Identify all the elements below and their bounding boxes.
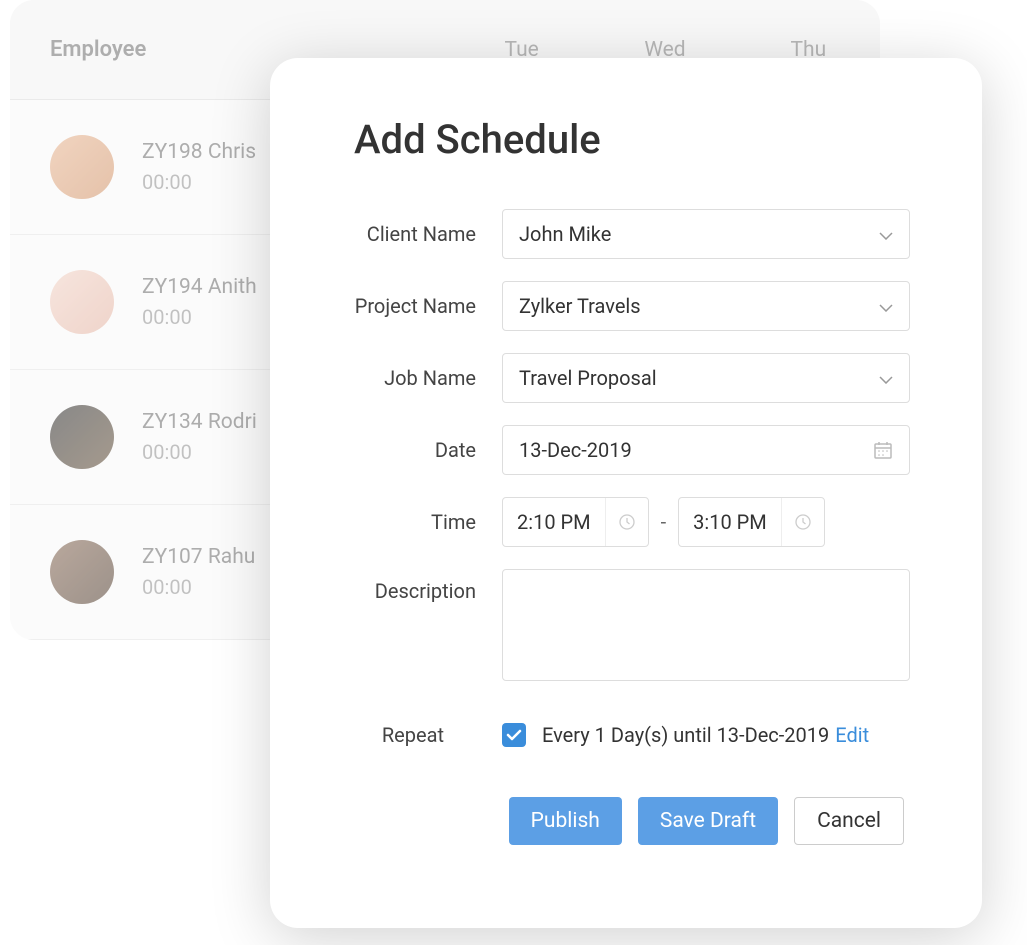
employee-name: Anith: [208, 275, 257, 299]
clock-icon: [794, 513, 812, 531]
clock-icon: [618, 513, 636, 531]
job-name-label: Job Name: [342, 366, 502, 390]
avatar: [50, 540, 114, 604]
publish-button[interactable]: Publish: [509, 797, 622, 845]
employee-time: 00:00: [142, 305, 257, 329]
repeat-edit-link[interactable]: Edit: [835, 723, 869, 747]
employee-name: Chris: [208, 140, 256, 164]
repeat-checkbox[interactable]: [502, 723, 526, 747]
employee-name: Rodri: [208, 410, 257, 434]
employee-id: ZY198: [142, 140, 203, 164]
client-name-select[interactable]: John Mike: [502, 209, 910, 259]
time-end-input[interactable]: 3:10 PM: [678, 497, 825, 547]
avatar: [50, 405, 114, 469]
date-value: 13-Dec-2019: [519, 438, 632, 462]
time-label: Time: [342, 510, 502, 534]
time-start-input[interactable]: 2:10 PM: [502, 497, 649, 547]
employee-time: 00:00: [142, 170, 256, 194]
add-schedule-modal: Add Schedule Client Name John Mike Proje…: [270, 58, 982, 928]
employee-id: ZY194: [142, 275, 203, 299]
time-end-value: 3:10 PM: [679, 510, 781, 534]
chevron-down-icon: [879, 297, 893, 316]
time-start-value: 2:10 PM: [503, 510, 605, 534]
job-name-select[interactable]: Travel Proposal: [502, 353, 910, 403]
time-separator: -: [661, 510, 667, 534]
employee-id: ZY134: [142, 410, 203, 434]
project-name-select[interactable]: Zylker Travels: [502, 281, 910, 331]
job-name-value: Travel Proposal: [519, 366, 657, 390]
calendar-icon[interactable]: [873, 440, 893, 460]
chevron-down-icon: [879, 225, 893, 244]
project-name-label: Project Name: [342, 294, 502, 318]
employee-time: 00:00: [142, 575, 255, 599]
repeat-label: Repeat: [342, 723, 502, 747]
employee-name: Rahu: [208, 545, 256, 569]
employee-time: 00:00: [142, 440, 257, 464]
chevron-down-icon: [879, 369, 893, 388]
date-input[interactable]: 13-Dec-2019: [502, 425, 910, 475]
description-label: Description: [342, 569, 502, 603]
project-name-value: Zylker Travels: [519, 294, 641, 318]
cancel-button[interactable]: Cancel: [794, 797, 904, 845]
save-draft-button[interactable]: Save Draft: [638, 797, 778, 845]
employee-id: ZY107: [142, 545, 203, 569]
client-name-value: John Mike: [519, 222, 611, 246]
modal-title: Add Schedule: [354, 116, 910, 163]
description-textarea[interactable]: [502, 569, 910, 681]
avatar: [50, 135, 114, 199]
client-name-label: Client Name: [342, 222, 502, 246]
repeat-text: Every 1 Day(s) until 13-Dec-2019: [542, 723, 829, 747]
avatar: [50, 270, 114, 334]
date-label: Date: [342, 438, 502, 462]
